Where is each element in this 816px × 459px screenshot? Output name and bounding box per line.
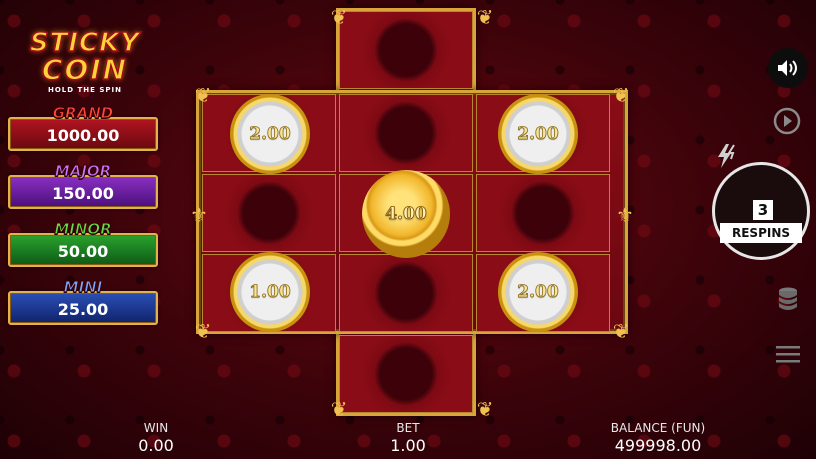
autoplay-button[interactable] [772, 106, 802, 136]
grid-cell [476, 174, 610, 252]
ornament-icon: ❦ [194, 83, 212, 107]
jackpot-major-label: MAJOR [54, 162, 112, 181]
grid-cell [339, 254, 473, 332]
win-label: WIN [143, 421, 169, 435]
bet-label: BET [396, 421, 420, 435]
hamburger-menu-icon [776, 346, 800, 363]
grid-cell [202, 174, 336, 252]
respins-label: RESPINS [720, 223, 802, 243]
jackpot-grand: GRAND 1000.00 [8, 104, 158, 151]
jackpot-minor-label: MINOR [54, 220, 112, 239]
balance-label: BALANCE (FUN) [610, 421, 706, 435]
bet-value: 1.00 [390, 436, 426, 455]
ornament-icon: ❦ [330, 5, 348, 29]
coin-top-right: 2.00 [498, 94, 578, 174]
coin-top-left: 2.00 [230, 94, 310, 174]
jackpot-major-value: 150.00 [8, 175, 158, 209]
respins-counter: 3 RESPINS [712, 162, 810, 260]
jackpot-minor-value: 50.00 [8, 233, 158, 267]
jackpot-mini-label: MINI [63, 278, 103, 297]
jackpot-major: MAJOR 150.00 [8, 162, 158, 209]
balance-value: 499998.00 [614, 436, 702, 455]
grid-cell [339, 335, 473, 413]
ornament-icon: ⚜ [616, 203, 634, 227]
speaker-icon [778, 60, 797, 76]
game-logo: STICKY COIN HOLD THE SPIN [10, 29, 160, 94]
win-display: WIN 0.00 [126, 421, 186, 455]
grid-cell [339, 11, 473, 89]
autoplay-icon [773, 107, 801, 135]
ornament-icon: ❦ [612, 83, 630, 107]
sound-button[interactable] [768, 48, 808, 88]
win-value: 0.00 [138, 436, 174, 455]
ornament-icon: ❦ [612, 319, 630, 343]
balance-display: BALANCE (FUN) 499998.00 [596, 421, 720, 455]
coin-center: 4.00 [362, 170, 450, 258]
ornament-icon: ❦ [476, 5, 494, 29]
reel-grid: ❦ ❦ ❦ ❦ ⚜ ⚜ ❦ ❦ ❦ ❦ 2.00 2.00 4.00 1.00 … [190, 5, 634, 421]
bet-display[interactable]: BET 1.00 [378, 421, 438, 455]
jackpot-mini: MINI 25.00 [8, 278, 158, 325]
logo-tagline: HOLD THE SPIN [47, 86, 122, 94]
ornament-icon: ❦ [476, 397, 494, 421]
jackpot-mini-value: 25.00 [8, 291, 158, 325]
logo-line2: COIN [41, 53, 129, 86]
ornament-icon: ❦ [194, 319, 212, 343]
jackpot-grand-value: 1000.00 [8, 117, 158, 151]
lightning-icon [718, 144, 735, 168]
status-bar: WIN 0.00 BET 1.00 BALANCE (FUN) 499998.0… [0, 419, 816, 459]
grid-cell [339, 94, 473, 172]
ornament-icon: ⚜ [190, 203, 208, 227]
menu-button[interactable] [776, 344, 800, 364]
ornament-icon: ❦ [330, 397, 348, 421]
coin-stack-icon [779, 287, 797, 310]
jackpot-minor: MINOR 50.00 [8, 220, 158, 267]
stake-button[interactable] [776, 286, 800, 312]
jackpot-grand-label: GRAND [52, 104, 114, 123]
coin-bottom-left: 1.00 [230, 252, 310, 332]
coin-bottom-right: 2.00 [498, 252, 578, 332]
respins-count: 3 [753, 200, 773, 220]
turbo-button[interactable] [712, 142, 742, 170]
